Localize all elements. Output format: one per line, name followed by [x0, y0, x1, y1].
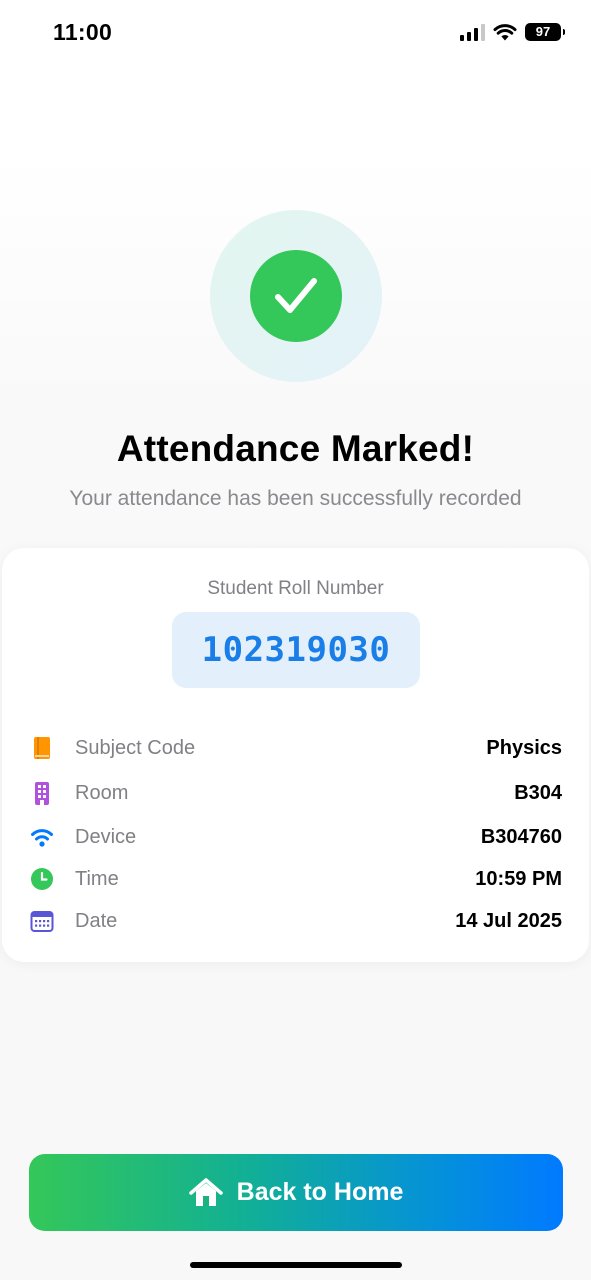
wifi-icon: [31, 829, 53, 847]
page-subtitle: Your attendance has been successfully re…: [69, 487, 522, 510]
roll-number-label: Student Roll Number: [207, 578, 384, 599]
detail-value: 10:59 PM: [475, 868, 562, 890]
screen: 11:00 97 Attendance Marked! Your attenda…: [0, 0, 591, 1280]
home-indicator[interactable]: [190, 1262, 402, 1268]
detail-label: Subject Code: [75, 737, 196, 759]
detail-value: B304: [514, 782, 562, 804]
detail-row-device: Device B304760: [2, 822, 589, 852]
back-to-home-label: Back to Home: [236, 1178, 404, 1206]
cellular-signal-icon: [460, 23, 485, 41]
status-bar: 11:00 97: [0, 0, 591, 64]
building-icon: [35, 782, 49, 805]
detail-value: Physics: [486, 737, 562, 759]
calendar-icon: [30, 911, 54, 932]
house-icon: [188, 1177, 223, 1206]
clock-icon: [31, 868, 53, 890]
detail-label: Time: [75, 868, 119, 890]
back-to-home-button[interactable]: Back to Home: [29, 1154, 563, 1231]
detail-label: Room: [75, 782, 129, 804]
roll-number-box: 102319030: [172, 612, 420, 688]
wifi-status-icon: [493, 24, 517, 41]
detail-label: Date: [75, 910, 118, 932]
page-title: Attendance Marked!: [116, 428, 475, 469]
attendance-details-card: Student Roll Number 102319030 Subject Co…: [2, 548, 589, 962]
detail-row-time: Time 10:59 PM: [2, 864, 589, 894]
detail-value: 14 Jul 2025: [455, 910, 562, 932]
battery-icon: 97: [525, 23, 565, 41]
detail-label: Device: [75, 826, 137, 848]
detail-value: B304760: [480, 826, 562, 848]
status-time: 11:00: [53, 19, 113, 45]
checkmark-icon: [250, 250, 342, 342]
roll-number-value: 102319030: [201, 630, 391, 670]
detail-row-date: Date 14 Jul 2025: [2, 906, 589, 936]
status-icons: 97: [460, 22, 565, 42]
detail-row-room: Room B304: [2, 778, 589, 808]
book-icon: [34, 737, 50, 759]
detail-row-subject-code: Subject Code Physics: [2, 733, 589, 763]
